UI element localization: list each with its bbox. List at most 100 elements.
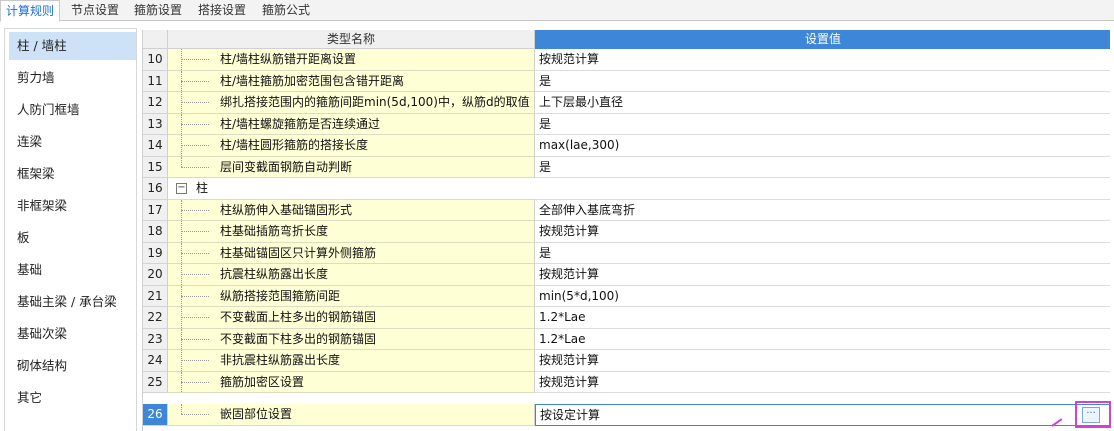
row-name-text: 柱/墙柱箍筋加密范围包含错开距离: [220, 73, 405, 88]
table-row[interactable]: 22 不变截面上柱多出的钢筋锚固 1.2*Lae: [143, 307, 1110, 329]
table-row[interactable]: 20 抗震柱纵筋露出长度 按规范计算: [143, 264, 1110, 286]
row-type-name: 柱/墙柱圆形箍筋的搭接长度: [168, 135, 535, 157]
row-setting-value-editor[interactable]: 按设定计算 ···: [535, 404, 1110, 426]
table-row[interactable]: 18 柱基础插筋弯折长度 按规范计算: [143, 221, 1110, 243]
row-name-text: 嵌固部位设置: [220, 407, 293, 421]
row-setting-value-text: 按设定计算: [540, 408, 601, 422]
row-setting-value[interactable]: 按规范计算: [535, 350, 1110, 372]
row-name-text: 箍筋加密区设置: [220, 374, 305, 389]
row-type-name: − 柱: [168, 178, 535, 200]
sidebar-item-foundation[interactable]: 基础: [9, 256, 136, 284]
row-setting-value[interactable]: 按规范计算: [535, 221, 1110, 243]
tab-lap-settings[interactable]: 搭接设置: [193, 0, 251, 21]
row-setting-value[interactable]: 按规范计算: [535, 49, 1110, 71]
highlight-box: [1075, 401, 1111, 428]
row-type-name: 层间变截面钢筋自动判断: [168, 156, 535, 178]
row-type-name: 柱/墙柱箍筋加密范围包含错开距离: [168, 70, 535, 92]
row-setting-value[interactable]: max(lae,300): [535, 135, 1110, 157]
row-setting-value[interactable]: 上下层最小直径: [535, 92, 1110, 114]
table-row[interactable]: 13 柱/墙柱螺旋箍筋是否连续通过 是: [143, 113, 1110, 135]
row-type-name: 不变截面上柱多出的钢筋锚固: [168, 307, 535, 329]
sidebar-item-frame-beam[interactable]: 框架梁: [9, 160, 136, 188]
row-name-text: 柱基础插筋弯折长度: [220, 224, 329, 238]
table-row[interactable]: 23 不变截面下柱多出的钢筋锚固 1.2*Lae: [143, 328, 1110, 350]
row-name-text: 纵筋搭接范围箍筋间距: [220, 288, 341, 303]
table-row[interactable]: 14 柱/墙柱圆形箍筋的搭接长度 max(lae,300): [143, 135, 1110, 157]
table-row[interactable]: 21 纵筋搭接范围箍筋间距 min(5*d,100): [143, 285, 1110, 307]
row-type-name: 柱基础锚固区只计算外侧箍筋: [168, 242, 535, 264]
row-number: 13: [143, 113, 168, 135]
sidebar-item-column[interactable]: 柱 / 墙柱: [9, 32, 136, 60]
row-number: 11: [143, 70, 168, 92]
row-name-text: 不变截面下柱多出的钢筋锚固: [220, 331, 377, 346]
sidebar-item-masonry[interactable]: 砌体结构: [9, 352, 136, 380]
row-setting-value[interactable]: 1.2*Lae: [535, 307, 1110, 329]
row-type-name: 柱/墙柱螺旋箍筋是否连续通过: [168, 113, 535, 135]
row-name-text: 非抗震柱纵筋露出长度: [220, 353, 341, 367]
row-number: 18: [143, 221, 168, 243]
table-row[interactable]: 12 绑扎搭接范围内的箍筋间距min(5d,100)中，纵筋d的取值 上下层最小…: [143, 92, 1110, 114]
row-type-name: 绑扎搭接范围内的箍筋间距min(5d,100)中，纵筋d的取值: [168, 92, 535, 114]
row-type-name: 抗震柱纵筋露出长度: [168, 264, 535, 286]
sidebar-item-foundation-secondary-beam[interactable]: 基础次梁: [9, 320, 136, 348]
tab-bar: 计算规则 节点设置 箍筋设置 搭接设置 箍筋公式: [0, 0, 1114, 22]
row-number: 17: [143, 199, 168, 221]
row-type-name: 柱/墙柱纵筋错开距离设置: [168, 49, 535, 71]
grid-header-setting-value: 设置值: [535, 30, 1110, 49]
sidebar-item-other[interactable]: 其它: [9, 384, 136, 412]
sidebar-item-non-frame-beam[interactable]: 非框架梁: [9, 192, 136, 220]
row-number: 16: [143, 178, 168, 200]
grid-header-type-name: 类型名称: [168, 30, 535, 49]
row-number: 20: [143, 264, 168, 286]
tab-stirrup-settings[interactable]: 箍筋设置: [129, 0, 187, 21]
tab-node-settings[interactable]: 节点设置: [66, 0, 124, 21]
tab-stirrup-formula[interactable]: 箍筋公式: [257, 0, 315, 21]
row-setting-value[interactable]: 全部伸入基底弯折: [535, 199, 1110, 221]
row-type-name: 非抗震柱纵筋露出长度: [168, 350, 535, 372]
table-row[interactable]: 17 柱纵筋伸入基础锚固形式 全部伸入基底弯折: [143, 199, 1110, 221]
row-type-name: 柱基础插筋弯折长度: [168, 221, 535, 243]
row-setting-value[interactable]: min(5*d,100): [535, 285, 1110, 307]
row-type-name: 嵌固部位设置: [168, 404, 535, 426]
table-group-row[interactable]: 16 − 柱: [143, 178, 1110, 200]
row-name-text: 不变截面上柱多出的钢筋锚固: [220, 310, 377, 324]
table-row[interactable]: 19 柱基础锚固区只计算外侧箍筋 是: [143, 242, 1110, 264]
table-row[interactable]: 10 柱/墙柱纵筋错开距离设置 按规范计算: [143, 49, 1110, 71]
row-number: 25: [143, 371, 168, 393]
sidebar-item-civil-defense-door-wall[interactable]: 人防门框墙: [9, 96, 136, 124]
sidebar-item-slab[interactable]: 板: [9, 224, 136, 252]
table-row[interactable]: 11 柱/墙柱箍筋加密范围包含错开距离 是: [143, 70, 1110, 92]
row-number: 24: [143, 350, 168, 372]
tab-calc-rules[interactable]: 计算规则: [0, 0, 61, 22]
row-number: 10: [143, 49, 168, 71]
row-name-text: 柱: [196, 181, 209, 195]
table-row[interactable]: 24 非抗震柱纵筋露出长度 按规范计算: [143, 350, 1110, 372]
row-name-text: 柱纵筋伸入基础锚固形式: [220, 202, 353, 217]
table-row[interactable]: 25 箍筋加密区设置 按规范计算: [143, 371, 1110, 393]
sidebar-item-coupling-beam[interactable]: 连梁: [9, 128, 136, 156]
row-number: 12: [143, 92, 168, 114]
sidebar-item-foundation-main-beam[interactable]: 基础主梁 / 承台梁: [9, 288, 136, 316]
row-type-name: 柱纵筋伸入基础锚固形式: [168, 199, 535, 221]
row-number: 14: [143, 135, 168, 157]
row-setting-value[interactable]: 是: [535, 70, 1110, 92]
row-setting-value[interactable]: 是: [535, 113, 1110, 135]
row-type-name: 不变截面下柱多出的钢筋锚固: [168, 328, 535, 350]
table-row[interactable]: 15 层间变截面钢筋自动判断 是: [143, 156, 1110, 178]
collapse-icon[interactable]: −: [176, 183, 187, 194]
row-name-text: 柱/墙柱螺旋箍筋是否连续通过: [220, 116, 381, 131]
row-setting-value[interactable]: 是: [535, 156, 1110, 178]
table-row-selected[interactable]: 26 嵌固部位设置 按设定计算 ···: [143, 404, 1110, 426]
row-name-text: 绑扎搭接范围内的箍筋间距min(5d,100)中，纵筋d的取值: [220, 95, 530, 109]
row-number: 23: [143, 328, 168, 350]
row-number: 21: [143, 285, 168, 307]
component-sidebar: 柱 / 墙柱 剪力墙 人防门框墙 连梁 框架梁 非框架梁 板 基础 基础主梁 /…: [4, 28, 137, 431]
sidebar-item-shear-wall[interactable]: 剪力墙: [9, 64, 136, 92]
row-number: 26: [143, 404, 168, 426]
row-setting-value[interactable]: 1.2*Lae: [535, 328, 1110, 350]
row-number: 22: [143, 307, 168, 329]
row-setting-value[interactable]: 按规范计算: [535, 264, 1110, 286]
row-setting-value[interactable]: 按规范计算: [535, 371, 1110, 393]
row-number: 15: [143, 156, 168, 178]
row-setting-value[interactable]: 是: [535, 242, 1110, 264]
